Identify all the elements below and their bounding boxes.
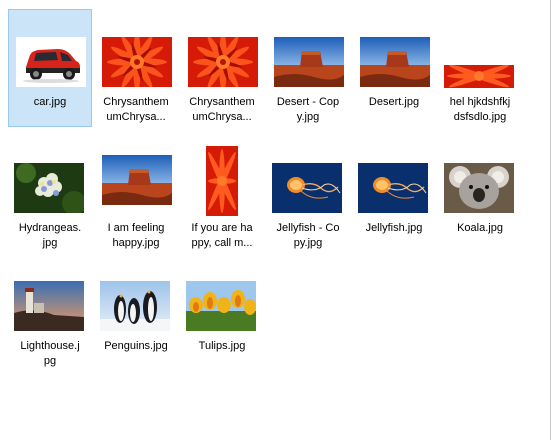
file-thumbnail — [358, 163, 428, 213]
file-name-line: umChrysa... — [106, 111, 166, 123]
file-name-label: hel hjkdshfkj dsfsdlo.jpg — [441, 95, 519, 125]
file-name-label: Jellyfish - Co py.jpg — [269, 221, 347, 251]
file-name-line: Jellyfish - Co — [276, 222, 340, 234]
file-name-line: If you are ha — [191, 222, 253, 234]
file-name-label: Tulips.jpg — [183, 339, 261, 354]
file-name-line: Penguins.jpg — [104, 340, 168, 352]
file-item[interactable]: Penguins.jpg — [94, 245, 178, 363]
file-name-line: Tulips.jpg — [198, 340, 246, 352]
file-name-line: umChrysa... — [192, 111, 252, 123]
file-thumbnail — [102, 155, 172, 205]
file-name-line: dsfsdlo.jpg — [453, 111, 507, 123]
file-item[interactable]: If you are ha ppy, call m... — [180, 127, 264, 249]
file-name-line: Desert.jpg — [368, 96, 420, 108]
file-thumbnail — [188, 37, 258, 87]
file-thumbnail — [14, 163, 84, 213]
file-name-line: Lighthouse.j — [20, 340, 80, 352]
file-name-line: py.jpg — [293, 237, 323, 249]
file-name-line: Chrysanthem — [189, 96, 255, 108]
file-item[interactable]: Jellyfish.jpg — [352, 127, 436, 245]
file-name-line: Desert - Cop — [276, 96, 340, 108]
file-item[interactable]: Tulips.jpg — [180, 245, 264, 363]
file-item[interactable]: Chrysanthem umChrysa... — [94, 9, 178, 127]
file-item[interactable]: Lighthouse.j pg — [8, 245, 92, 367]
file-thumbnail — [16, 37, 86, 87]
file-name-line: pg — [43, 355, 57, 367]
file-name-line: car.jpg — [33, 96, 67, 108]
file-name-label: Koala.jpg — [441, 221, 519, 236]
file-name-line: Chrysanthem — [103, 96, 169, 108]
file-name-line: Hydrangeas. — [18, 222, 82, 234]
file-name-label: Lighthouse.j pg — [11, 339, 89, 369]
file-thumbnail — [102, 37, 172, 87]
file-name-label: Penguins.jpg — [97, 339, 175, 354]
file-thumbnail — [444, 163, 514, 213]
file-thumbnail — [274, 37, 344, 87]
file-item[interactable]: Jellyfish - Co py.jpg — [266, 127, 350, 249]
file-item[interactable]: hel hjkdshfkj dsfsdlo.jpg — [438, 9, 522, 127]
file-name-line: Koala.jpg — [457, 222, 503, 234]
file-name-line: y.jpg — [296, 111, 320, 123]
file-thumbnail — [206, 146, 238, 216]
file-item[interactable]: Desert - Cop y.jpg — [266, 9, 350, 127]
file-name-label: Jellyfish.jpg — [355, 221, 433, 236]
file-name-label: Chrysanthem umChrysa... — [97, 95, 175, 125]
file-thumbnail — [272, 163, 342, 213]
file-name-label: Desert - Cop y.jpg — [269, 95, 347, 125]
file-name-line: Jellyfish.jpg — [365, 222, 423, 234]
file-item[interactable]: Chrysanthem umChrysa... — [180, 9, 264, 127]
file-item[interactable]: I am feeling happy.jpg — [94, 127, 178, 249]
file-thumbnail — [100, 281, 170, 331]
file-item[interactable]: car.jpg — [8, 9, 92, 127]
file-name-line: I am feeling — [107, 222, 165, 234]
file-item[interactable]: Hydrangeas. jpg — [8, 127, 92, 249]
file-name-label: car.jpg — [11, 95, 89, 110]
file-name-line: hel hjkdshfkj — [449, 96, 511, 108]
file-item[interactable]: Koala.jpg — [438, 127, 522, 245]
file-thumbnail — [186, 281, 256, 331]
file-thumbnail — [444, 65, 514, 88]
file-thumbnail — [360, 37, 430, 87]
file-item[interactable]: Desert.jpg — [352, 9, 436, 127]
file-name-label: Chrysanthem umChrysa... — [183, 95, 261, 125]
file-name-label: Desert.jpg — [355, 95, 433, 110]
file-thumbnail — [14, 281, 84, 331]
